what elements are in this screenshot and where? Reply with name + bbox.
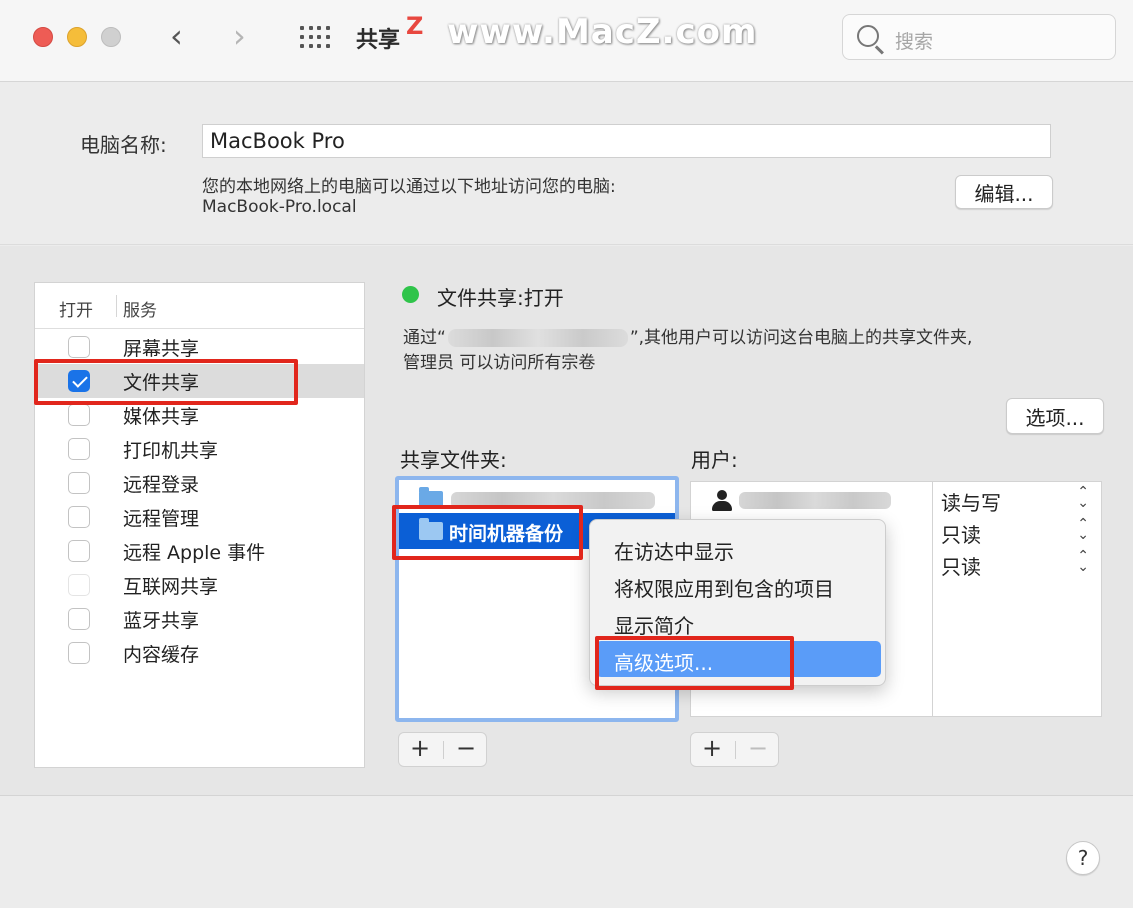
window-title: 共享 (356, 28, 401, 53)
menu-item-get-info[interactable]: 显示简介 (596, 604, 881, 640)
computer-name-label: 电脑名称: (80, 133, 167, 157)
title-bar: ‹ › 共享 Z www.MacZ.com 搜索 (0, 0, 1133, 82)
permission-row[interactable]: 只读 ⌃ ⌄ (933, 516, 1101, 548)
forward-icon[interactable]: › (233, 18, 246, 54)
computer-name-input[interactable]: MacBook Pro (202, 124, 1051, 158)
minimize-window-button[interactable] (67, 27, 87, 47)
user-add-remove-buttons: + − (690, 732, 779, 767)
service-row-printer-sharing[interactable]: 打印机共享 (35, 432, 364, 466)
add-folder-button[interactable]: + (410, 734, 430, 762)
search-field[interactable]: 搜索 (842, 14, 1116, 60)
edit-button[interactable]: 编辑... (955, 175, 1053, 209)
service-checkbox[interactable] (68, 608, 90, 630)
service-checkbox[interactable] (68, 336, 90, 358)
computer-name-section (0, 83, 1133, 245)
service-checkbox[interactable] (68, 506, 90, 528)
blurred-user-name (739, 492, 891, 509)
permission-row[interactable]: 只读 ⌃ ⌄ (933, 548, 1101, 580)
service-checkbox[interactable] (68, 472, 90, 494)
search-icon (857, 25, 879, 47)
help-button[interactable]: ? (1066, 841, 1100, 875)
header-open: 打开 (59, 301, 93, 321)
service-checkbox[interactable] (68, 438, 90, 460)
service-row-content-caching[interactable]: 内容缓存 (35, 636, 364, 670)
local-address: MacBook-Pro.local (202, 197, 357, 217)
header-service: 服务 (123, 301, 157, 321)
annotation-box-file-sharing (34, 359, 298, 405)
watermark-logo: Z (406, 12, 424, 40)
permission-row[interactable]: 读与写 ⌃ ⌄ (933, 484, 1101, 516)
menu-item-show-in-finder[interactable]: 在访达中显示 (596, 530, 881, 566)
sharing-description: 通过“ ”,其他用户可以访问这台电脑上的共享文件夹, (403, 328, 973, 348)
user-icon (711, 490, 733, 512)
blurred-address (447, 329, 628, 347)
search-placeholder: 搜索 (895, 31, 934, 53)
footer (0, 797, 1133, 908)
stepper-icon[interactable]: ⌃ ⌄ (1077, 517, 1089, 542)
shared-folders-label: 共享文件夹: (400, 448, 507, 472)
address-note: 您的本地网络上的电脑可以通过以下地址访问您的电脑: (202, 177, 616, 197)
zoom-window-button[interactable] (101, 27, 121, 47)
back-icon[interactable]: ‹ (170, 18, 183, 54)
service-row-remote-login[interactable]: 远程登录 (35, 466, 364, 500)
remove-folder-button[interactable]: − (456, 734, 476, 762)
stepper-icon[interactable]: ⌃ ⌄ (1077, 485, 1089, 510)
service-row-internet-sharing[interactable]: 互联网共享 (35, 568, 364, 602)
menu-item-apply-permissions[interactable]: 将权限应用到包含的项目 (596, 567, 881, 603)
file-sharing-status: 文件共享:打开 (437, 286, 564, 310)
add-user-button[interactable]: + (702, 734, 722, 762)
annotation-box-advanced-options (595, 636, 794, 690)
users-label: 用户: (691, 448, 738, 472)
service-checkbox[interactable] (68, 540, 90, 562)
close-window-button[interactable] (33, 27, 53, 47)
services-header: 打开 服务 (35, 283, 364, 329)
folder-add-remove-buttons: + − (398, 732, 487, 767)
services-list: 打开 服务 屏幕共享 文件共享 媒体共享 打印机共享 远程登录 远程管理 远程 … (34, 282, 365, 768)
service-row-bluetooth-sharing[interactable]: 蓝牙共享 (35, 602, 364, 636)
admin-description: 管理员 可以访问所有宗卷 (403, 353, 596, 373)
service-checkbox[interactable] (68, 404, 90, 426)
annotation-box-time-machine-folder (392, 505, 583, 560)
permissions-list[interactable]: 读与写 ⌃ ⌄ 只读 ⌃ ⌄ 只读 ⌃ ⌄ (932, 481, 1102, 717)
service-row-remote-management[interactable]: 远程管理 (35, 500, 364, 534)
status-on-indicator (402, 286, 419, 303)
options-button[interactable]: 选项... (1006, 398, 1104, 434)
service-row-remote-apple-events[interactable]: 远程 Apple 事件 (35, 534, 364, 568)
service-checkbox[interactable] (68, 574, 90, 596)
remove-user-button[interactable]: − (748, 734, 768, 762)
show-all-grid-icon[interactable] (300, 26, 330, 48)
service-checkbox[interactable] (68, 642, 90, 664)
watermark-url: www.MacZ.com (447, 12, 758, 52)
stepper-icon[interactable]: ⌃ ⌄ (1077, 549, 1089, 574)
